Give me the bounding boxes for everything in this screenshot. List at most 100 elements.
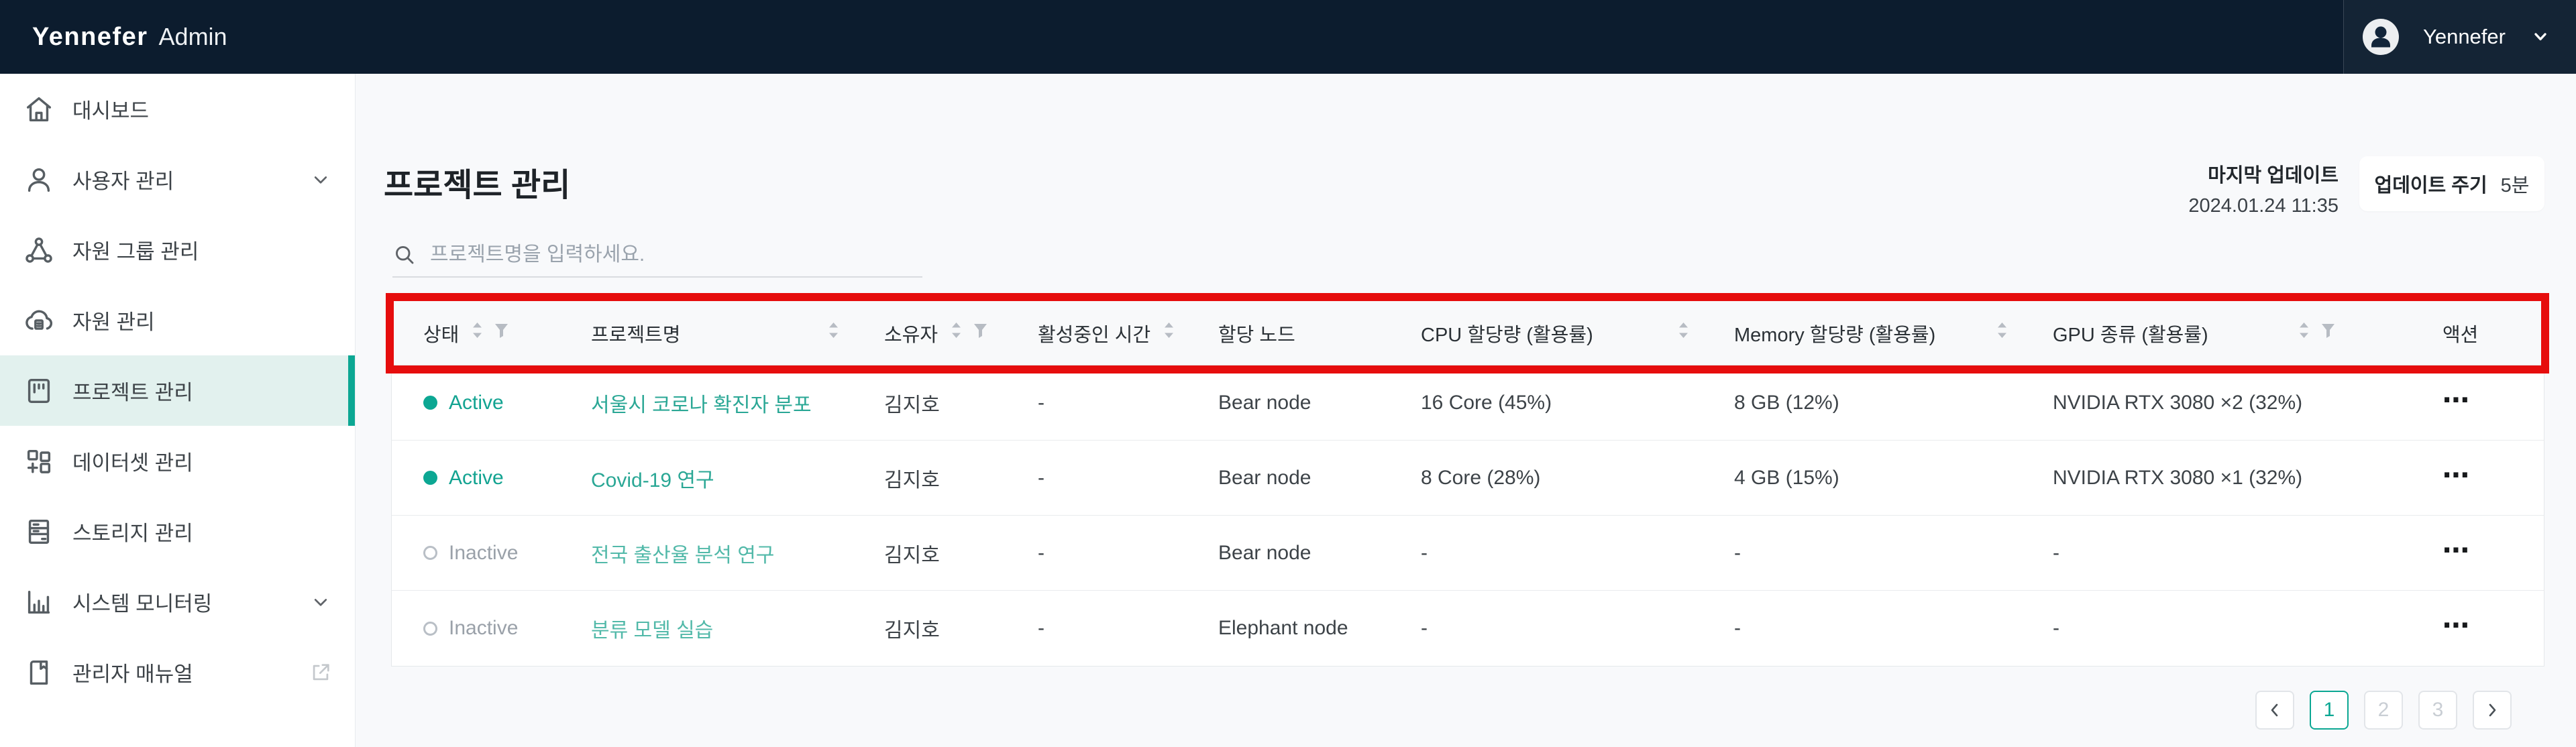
user-menu[interactable]: Yennefer	[2343, 0, 2576, 74]
brand-suffix: Admin	[159, 23, 227, 51]
home-icon	[23, 93, 55, 125]
project-link[interactable]: Covid-19 연구	[591, 469, 714, 492]
sidebar-item-manual[interactable]: 관리자 매뉴얼	[0, 637, 355, 707]
chevron-down-icon[interactable]	[309, 591, 332, 614]
cell-active-time: -	[1038, 542, 1218, 565]
last-update-info: 마지막 업데이트 2024.01.24 11:35	[2188, 160, 2339, 217]
sort-icon[interactable]	[949, 319, 964, 347]
main-content: 프로젝트 관리 마지막 업데이트 2024.01.24 11:35 업데이트 주…	[356, 74, 2576, 747]
sort-icon[interactable]	[2296, 319, 2312, 347]
chevron-down-icon[interactable]	[2530, 26, 2551, 48]
filter-icon[interactable]	[493, 321, 510, 345]
sidebar-item-projects[interactable]: 프로젝트 관리	[0, 355, 355, 426]
update-cycle-button[interactable]: 업데이트 주기 5분	[2359, 156, 2544, 211]
project-link[interactable]: 분류 모델 실습	[591, 620, 713, 642]
filter-icon[interactable]	[2320, 321, 2337, 345]
column-header-action: 액션	[2443, 319, 2544, 347]
dataset-icon	[23, 445, 55, 477]
status-dot-icon	[423, 622, 437, 636]
status-label: Active	[449, 392, 504, 414]
column-label: GPU 종류 (활용률)	[2053, 319, 2208, 347]
page-button-1[interactable]: 1	[2310, 691, 2349, 730]
resource-group-icon	[23, 234, 55, 266]
prev-page-button[interactable]	[2255, 691, 2294, 730]
table-row[interactable]: Inactive 분류 모델 실습 김지호 - Elephant node - …	[392, 591, 2544, 666]
status-dot-icon	[423, 396, 437, 410]
chevron-left-icon	[2266, 701, 2284, 719]
table-row[interactable]: Active Covid-19 연구 김지호 - Bear node 8 Cor…	[392, 441, 2544, 516]
sidebar-item-users[interactable]: 사용자 관리	[0, 144, 355, 215]
table-row[interactable]: Inactive 전국 출산율 분석 연구 김지호 - Bear node - …	[392, 516, 2544, 591]
avatar	[2363, 19, 2399, 55]
sort-icon[interactable]	[826, 319, 841, 347]
column-label: 프로젝트명	[591, 319, 680, 347]
cell-action: ⋯	[2443, 467, 2544, 490]
status-dot-icon	[423, 471, 437, 485]
external-link-icon	[309, 661, 332, 684]
sidebar-item-label: 데이터셋 관리	[72, 446, 332, 476]
sort-icon[interactable]	[1161, 319, 1177, 347]
cell-node: Elephant node	[1218, 617, 1421, 640]
filter-icon[interactable]	[972, 321, 989, 345]
chevron-down-icon[interactable]	[309, 168, 332, 191]
table-header-row: 상태 프로젝트명 소유자 활성중인 시간	[392, 301, 2544, 365]
sidebar-item-monitoring[interactable]: 시스템 모니터링	[0, 567, 355, 637]
cell-cpu: -	[1421, 542, 1734, 565]
project-table: 상태 프로젝트명 소유자 활성중인 시간	[391, 300, 2544, 667]
page-button-3[interactable]: 3	[2418, 691, 2457, 730]
cell-gpu: NVIDIA RTX 3080 ×1 (32%)	[2053, 467, 2443, 490]
column-header-time: 활성중인 시간	[1038, 319, 1218, 347]
topbar: Yennefer Admin Yennefer	[0, 0, 2576, 74]
page-button-2[interactable]: 2	[2364, 691, 2403, 730]
cell-cpu: 8 Core (28%)	[1421, 467, 1734, 490]
brand-name: Yennefer	[32, 23, 148, 52]
sidebar-item-label: 자원 그룹 관리	[72, 235, 332, 265]
manual-icon	[23, 656, 55, 689]
sidebar-item-label: 관리자 매뉴얼	[72, 657, 292, 687]
column-header-status: 상태	[423, 319, 591, 347]
more-actions-button[interactable]: ⋯	[2443, 394, 2471, 407]
sidebar-menu: 대시보드 사용자 관리 자원 그룹 관리 자원 관리 프로젝트 관리 데이터셋 …	[0, 74, 355, 707]
cell-active-time: -	[1038, 392, 1218, 414]
sort-icon[interactable]	[470, 319, 485, 347]
column-label: 상태	[423, 319, 459, 347]
search-input[interactable]	[430, 243, 922, 266]
cell-status: Inactive	[423, 617, 591, 640]
next-page-button[interactable]	[2473, 691, 2512, 730]
column-header-owner: 소유자	[884, 319, 1038, 347]
column-header-gpu: GPU 종류 (활용률)	[2053, 319, 2443, 347]
project-link[interactable]: 서울시 코로나 확진자 분포	[591, 394, 812, 416]
sidebar-item-datasets[interactable]: 데이터셋 관리	[0, 426, 355, 496]
more-actions-button[interactable]: ⋯	[2443, 619, 2471, 632]
cell-action: ⋯	[2443, 542, 2544, 565]
cell-active-time: -	[1038, 617, 1218, 640]
column-label: 활성중인 시간	[1038, 319, 1150, 347]
more-actions-button[interactable]: ⋯	[2443, 544, 2471, 557]
table-row[interactable]: Active 서울시 코로나 확진자 분포 김지호 - Bear node 16…	[392, 365, 2544, 441]
status-dot-icon	[423, 546, 437, 560]
sort-icon[interactable]	[1994, 319, 2010, 347]
sidebar-item-storage[interactable]: 스토리지 관리	[0, 496, 355, 567]
project-link[interactable]: 전국 출산율 분석 연구	[591, 544, 774, 567]
update-cycle-label: 업데이트 주기	[2375, 170, 2487, 198]
column-header-cpu: CPU 할당량 (활용률)	[1421, 319, 1734, 347]
sidebar-item-dashboard[interactable]: 대시보드	[0, 74, 355, 144]
cell-project-name: Covid-19 연구	[591, 463, 884, 493]
status-label: Inactive	[449, 617, 518, 640]
cell-action: ⋯	[2443, 617, 2544, 640]
cell-gpu: NVIDIA RTX 3080 ×2 (32%)	[2053, 392, 2443, 414]
more-actions-button[interactable]: ⋯	[2443, 469, 2471, 482]
sidebar-item-label: 자원 관리	[72, 305, 332, 335]
page-title: 프로젝트 관리	[384, 158, 570, 205]
cell-project-name: 전국 출산율 분석 연구	[591, 538, 884, 568]
sidebar: 대시보드 사용자 관리 자원 그룹 관리 자원 관리 프로젝트 관리 데이터셋 …	[0, 74, 356, 747]
cell-project-name: 분류 모델 실습	[591, 614, 884, 643]
column-header-name: 프로젝트명	[591, 319, 884, 347]
sidebar-item-resources[interactable]: 자원 관리	[0, 285, 355, 355]
table-body: Active 서울시 코로나 확진자 분포 김지호 - Bear node 16…	[392, 365, 2544, 666]
sidebar-item-label: 스토리지 관리	[72, 516, 332, 547]
cell-cpu: 16 Core (45%)	[1421, 392, 1734, 414]
cell-node: Bear node	[1218, 392, 1421, 414]
sort-icon[interactable]	[1676, 319, 1691, 347]
sidebar-item-resource-group[interactable]: 자원 그룹 관리	[0, 215, 355, 285]
